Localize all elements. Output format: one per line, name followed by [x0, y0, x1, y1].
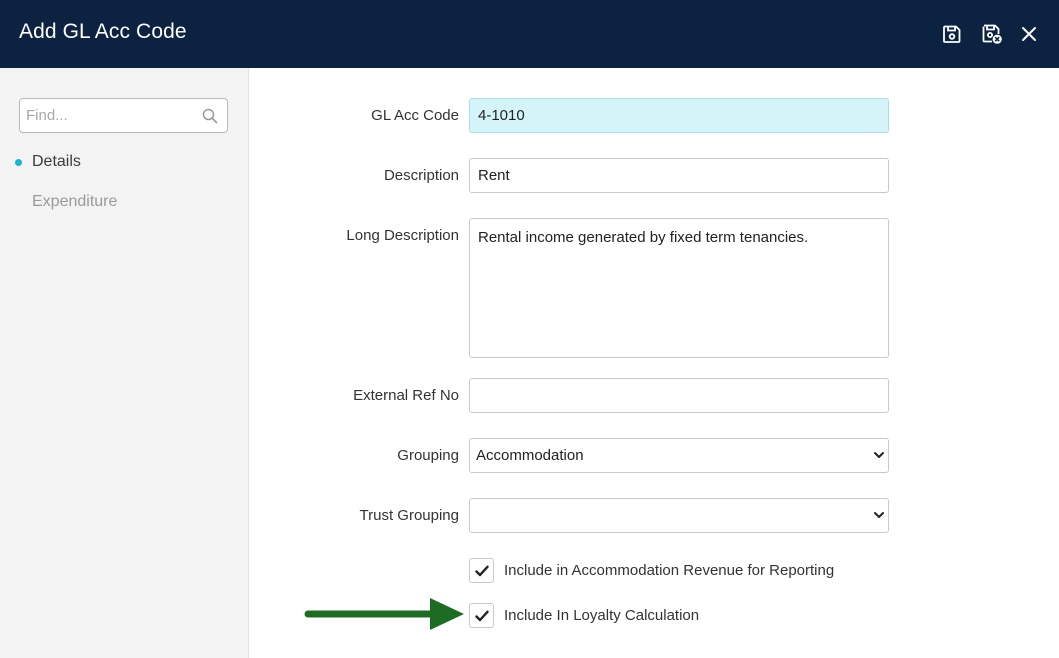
save-button[interactable]	[940, 22, 964, 46]
sidebar-item-expenditure[interactable]: Expenditure	[32, 193, 117, 211]
search-icon[interactable]	[202, 108, 218, 124]
include-loyalty-checkbox[interactable]	[469, 603, 494, 628]
external-ref-no-label: External Ref No	[353, 387, 459, 404]
long-description-label: Long Description	[346, 227, 459, 244]
save-and-close-icon	[982, 24, 1002, 44]
grouping-label: Grouping	[397, 447, 459, 464]
save-and-close-button[interactable]	[980, 22, 1004, 46]
save-icon	[943, 25, 961, 43]
long-description-textarea[interactable]: Rental income generated by fixed term te…	[469, 218, 889, 358]
sidebar-item-details[interactable]: Details	[32, 153, 81, 171]
checkmark-icon	[474, 565, 489, 576]
find-box	[19, 98, 228, 133]
gl-acc-code-input[interactable]	[469, 98, 889, 133]
checkmark-icon	[474, 610, 489, 621]
find-input[interactable]	[20, 99, 200, 132]
include-accommodation-revenue-label: Include in Accommodation Revenue for Rep…	[504, 562, 835, 579]
include-loyalty-label: Include In Loyalty Calculation	[504, 607, 700, 624]
title-bar: Add GL Acc Code	[0, 0, 1059, 68]
close-button[interactable]	[1017, 22, 1041, 46]
sidebar: Details Expenditure	[0, 68, 249, 658]
grouping-select[interactable]: Accommodation	[469, 438, 889, 473]
annotation-arrow-icon	[304, 598, 464, 630]
include-accommodation-revenue-checkbox[interactable]	[469, 558, 494, 583]
page-title: Add GL Acc Code	[19, 20, 187, 43]
gl-acc-code-label: GL Acc Code	[371, 107, 459, 124]
trust-grouping-select[interactable]	[469, 498, 889, 533]
active-indicator-dot	[15, 159, 22, 166]
description-label: Description	[383, 167, 459, 184]
external-ref-no-input[interactable]	[469, 378, 889, 413]
description-input[interactable]	[469, 158, 889, 193]
trust-grouping-label: Trust Grouping	[359, 507, 460, 524]
close-icon	[1022, 27, 1036, 41]
